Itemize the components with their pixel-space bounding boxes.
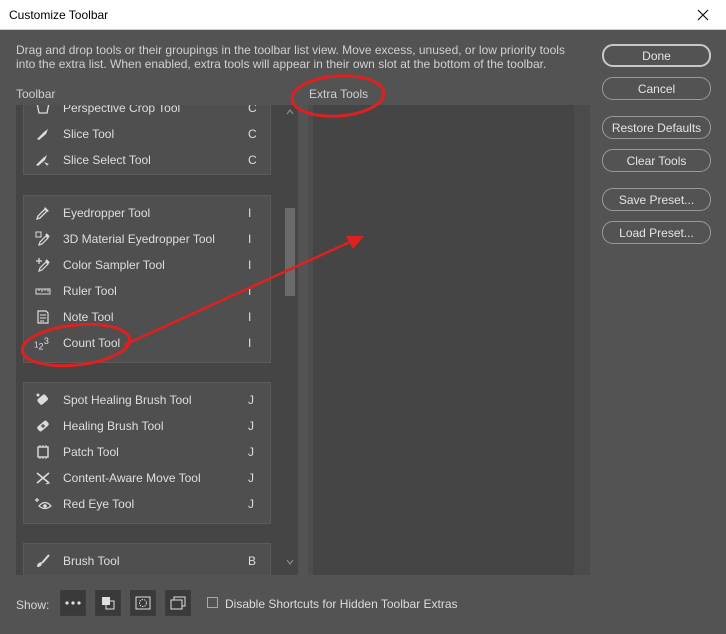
tool-row-brush[interactable]: Brush Tool B [24, 548, 270, 574]
tool-row-perspective-crop[interactable]: Perspective Crop Tool C [24, 105, 270, 121]
color-sampler-icon [34, 257, 52, 273]
scroll-down-arrow-icon[interactable] [286, 559, 294, 565]
screen-mode-icon [170, 596, 186, 610]
toolbar-list[interactable]: Perspective Crop Tool C Slice Tool C Sli… [16, 105, 280, 575]
tool-row-color-sampler[interactable]: Color Sampler Tool I [24, 252, 270, 278]
tool-row-content-aware-move[interactable]: Content-Aware Move Tool J [24, 465, 270, 491]
note-icon [34, 309, 52, 325]
tool-row-spot-healing[interactable]: Spot Healing Brush Tool J [24, 387, 270, 413]
tool-row-count[interactable]: 1 2 3 Count Tool I [24, 330, 270, 356]
red-eye-icon [34, 496, 52, 512]
toolbar-list-scrollbar[interactable] [282, 105, 298, 575]
svg-text:2: 2 [39, 341, 44, 351]
instructions-text: Drag and drop tools or their groupings i… [16, 43, 565, 71]
tool-row-slice-select[interactable]: Slice Select Tool C [24, 147, 270, 173]
slice-icon [34, 126, 52, 142]
restore-defaults-button[interactable]: Restore Defaults [602, 116, 711, 139]
toolbar-list-panel[interactable]: Perspective Crop Tool C Slice Tool C Sli… [16, 105, 298, 575]
tool-row-note[interactable]: Note Tool I [24, 304, 270, 330]
extra-tools-column-label: Extra Tools [309, 87, 369, 101]
tool-row-healing-brush[interactable]: Healing Brush Tool J [24, 413, 270, 439]
tool-row-3d-material-eyedropper[interactable]: 3D Material Eyedropper Tool I [24, 226, 270, 252]
done-button[interactable]: Done [602, 44, 711, 67]
tool-row-eyedropper[interactable]: Eyedropper Tool I [24, 200, 270, 226]
extra-tools-edge [308, 105, 313, 575]
3d-eyedropper-icon [34, 231, 52, 247]
show-options-row: Show: Disable Shortcuts for Hidden Toolb… [16, 590, 716, 618]
scrollbar-thumb[interactable] [285, 208, 295, 296]
svg-text:3: 3 [44, 336, 49, 346]
tool-row-ruler[interactable]: Ruler Tool I [24, 278, 270, 304]
show-quick-mask-button[interactable] [130, 590, 156, 616]
disable-shortcuts-label[interactable]: Disable Shortcuts for Hidden Toolbar Ext… [225, 597, 458, 611]
tool-group-brush[interactable]: Brush Tool B [23, 543, 271, 575]
tool-row-patch[interactable]: Patch Tool J [24, 439, 270, 465]
show-more-button[interactable] [60, 590, 86, 616]
show-colors-button[interactable] [95, 590, 121, 616]
tool-group-eyedropper[interactable]: Eyedropper Tool I 3D Material Eyedropper… [23, 195, 271, 363]
ruler-icon [34, 283, 52, 299]
patch-icon [34, 444, 52, 460]
tool-group-crop[interactable]: Perspective Crop Tool C Slice Tool C Sli… [23, 105, 271, 175]
spot-healing-icon [34, 392, 52, 408]
show-screen-mode-button[interactable] [165, 590, 191, 616]
scroll-up-arrow-icon[interactable] [286, 109, 294, 115]
show-label: Show: [16, 598, 50, 612]
extra-tools-scroll-track [574, 105, 590, 575]
disable-shortcuts-checkbox[interactable] [207, 597, 218, 608]
quick-mask-icon [135, 596, 151, 610]
eyedropper-icon [34, 205, 52, 221]
count-icon: 1 2 3 [34, 335, 52, 351]
load-preset-button[interactable]: Load Preset... [602, 221, 711, 244]
close-icon [697, 9, 709, 20]
content-aware-move-icon [34, 470, 52, 486]
brush-icon [34, 553, 52, 569]
tool-row-red-eye[interactable]: Red Eye Tool J [24, 491, 270, 517]
save-preset-button[interactable]: Save Preset... [602, 188, 711, 211]
healing-brush-icon [34, 418, 52, 434]
slice-select-icon [34, 152, 52, 168]
tool-group-healing[interactable]: Spot Healing Brush Tool J Healing Brush … [23, 382, 271, 524]
foreground-background-icon [102, 597, 115, 610]
window-title: Customize Toolbar [9, 8, 109, 22]
extra-tools-panel[interactable] [308, 105, 590, 575]
tool-row-slice[interactable]: Slice Tool C [24, 121, 270, 147]
more-icon [65, 601, 81, 605]
toolbar-column-label: Toolbar [16, 87, 56, 101]
cancel-button[interactable]: Cancel [602, 77, 711, 100]
perspective-crop-icon [34, 105, 52, 116]
clear-tools-button[interactable]: Clear Tools [602, 149, 711, 172]
title-bar: Customize Toolbar [0, 0, 726, 30]
close-button[interactable] [680, 0, 726, 29]
